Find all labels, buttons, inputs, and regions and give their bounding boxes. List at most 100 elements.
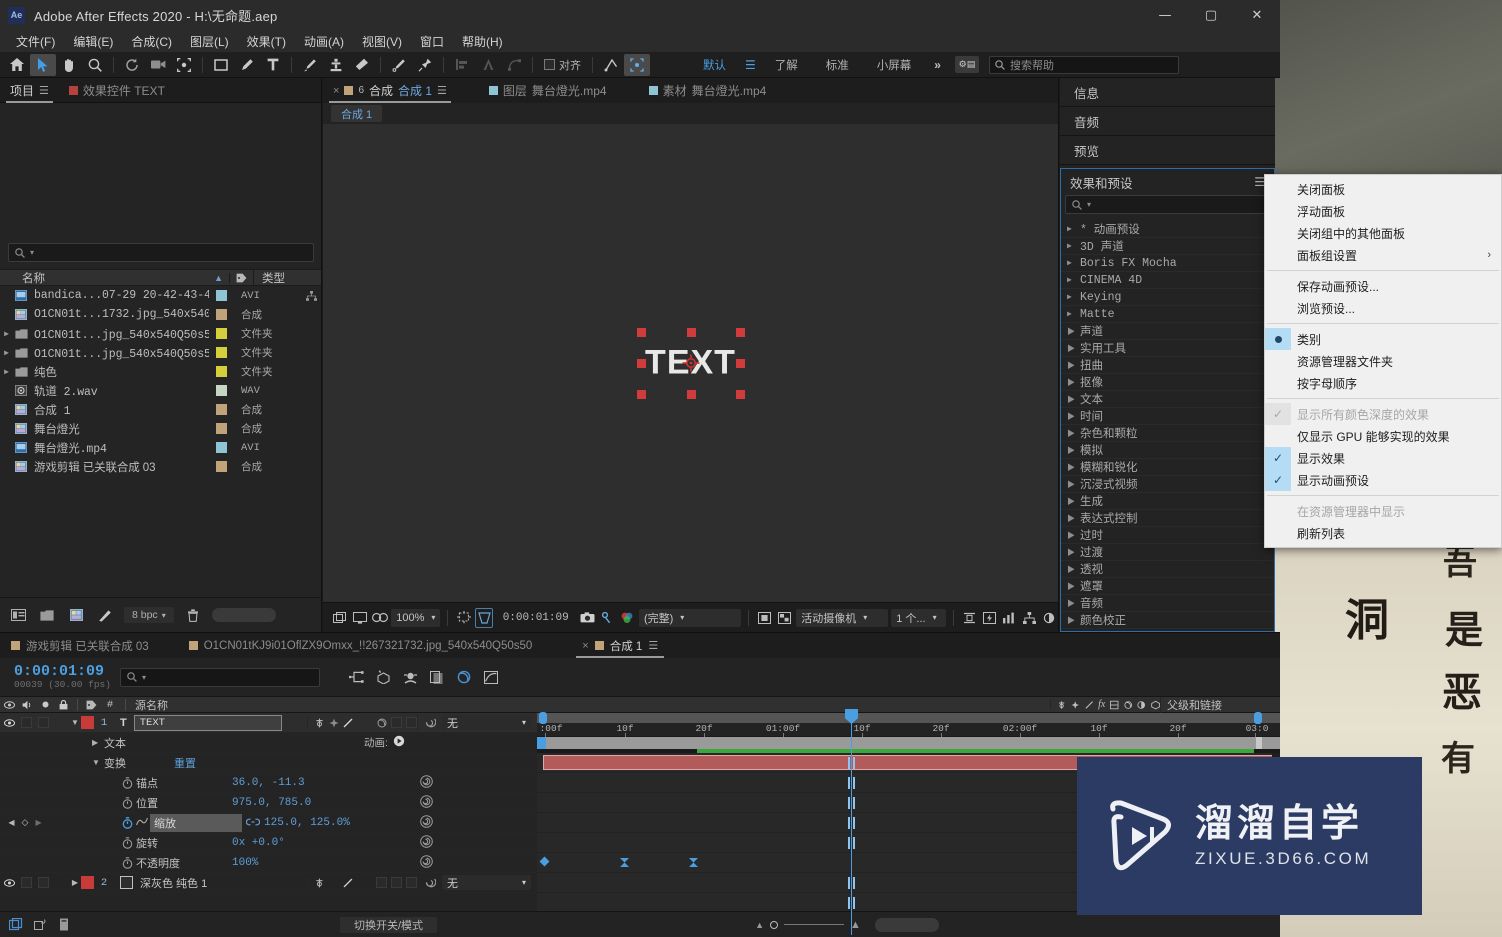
effects-category-row[interactable]: ▶ * 动画预设 [1061, 221, 1274, 238]
layer-name-input[interactable]: TEXT [133, 714, 282, 731]
snap-checkbox[interactable] [544, 59, 555, 70]
ctx-close-panel[interactable]: 关闭面板 [1265, 178, 1501, 200]
camera-select[interactable]: 活动摄像机 ▾ [796, 608, 889, 627]
property-value[interactable]: 975.0, 785.0 [232, 797, 311, 809]
project-row-swatch[interactable] [209, 290, 233, 301]
layer-name-label[interactable]: 深灰色 纯色 1 [140, 875, 207, 891]
toggle-switches-modes-icon[interactable] [8, 917, 24, 933]
project-footer-pill[interactable] [211, 608, 276, 622]
snapping-vertex-icon[interactable] [598, 54, 624, 76]
resolution-select[interactable]: (完整) ▾ [638, 608, 742, 627]
tab-audio[interactable]: 音频 [1060, 107, 1275, 136]
switch-box-b[interactable] [391, 877, 403, 888]
keyframe-hourglass[interactable] [620, 858, 629, 867]
panel-menu-icon[interactable]: ☰ [39, 84, 49, 97]
close-icon[interactable]: × [582, 640, 588, 652]
project-row-swatch[interactable] [209, 328, 233, 339]
timeline-property-group-text[interactable]: ▶ 文本 动画: [0, 733, 537, 753]
layer-lock-toggle[interactable] [52, 717, 69, 728]
ctx-sort-by-explorer-folder[interactable]: 资源管理器文件夹 [1265, 350, 1501, 372]
project-row[interactable]: 舞台燈光.mp4 AVI [0, 438, 321, 457]
rotation-tool-icon[interactable] [119, 54, 145, 76]
show-snapshot-icon[interactable] [599, 608, 616, 628]
effects-category-row[interactable]: ▶ 过时 [1061, 527, 1274, 544]
effects-category-row[interactable]: ▶ 3D 声道 [1061, 238, 1274, 255]
disclosure-triangle-icon[interactable]: ▶ [1067, 496, 1075, 507]
project-row[interactable]: O1CN01t...1732.jpg_540x540Q50s50 合成 [0, 305, 321, 324]
stopwatch-icon[interactable] [118, 856, 136, 869]
timeline-property-scale[interactable]: ◀ ◇ ▶ 缩放 125.0, 125.0% [0, 813, 537, 833]
timeline-current-time[interactable]: 0:00:01:09 00039 (30.00 fps) [0, 663, 120, 691]
project-row[interactable]: ▶ O1CN01t...jpg_540x540Q50s50 个图层 文件夹 [0, 343, 321, 362]
disclosure-triangle-icon[interactable]: ▶ [1067, 394, 1075, 405]
effects-search-input[interactable]: ▾ [1065, 195, 1270, 214]
timeline-jump-icon[interactable] [1001, 608, 1018, 628]
hide-shy-layers-icon[interactable] [400, 667, 420, 687]
menu-help[interactable]: 帮助(H) [453, 31, 512, 52]
brush-tool-icon[interactable] [297, 54, 323, 76]
disclosure-triangle-icon[interactable]: ▶ [0, 329, 13, 339]
disclosure-triangle-icon[interactable]: ▶ [1067, 513, 1075, 524]
timeline-work-area-bar[interactable] [537, 737, 1280, 749]
layer-parent-select[interactable]: 无 ▾ [442, 715, 531, 730]
new-folder-icon[interactable] [37, 605, 57, 625]
selection-tool-icon[interactable] [30, 53, 56, 76]
effects-category-row[interactable]: ▶ 沉浸式视频 [1061, 476, 1274, 493]
minimize-button[interactable]: — [1142, 0, 1188, 30]
switch-box-a[interactable] [391, 717, 402, 728]
work-area-start[interactable] [537, 737, 546, 749]
effects-category-row[interactable]: ▶ 声道 [1061, 323, 1274, 340]
effects-category-row[interactable]: ▶ 实用工具 [1061, 340, 1274, 357]
timeline-ruler[interactable]: :00f 10f 20f 01:00f 10f 20f 02:00f 10f 2… [537, 712, 1280, 737]
workspace-learn[interactable]: 了解 [762, 54, 811, 76]
ctx-float-panel[interactable]: 浮动面板 [1265, 200, 1501, 222]
disclosure-triangle-icon[interactable]: ▶ [1067, 275, 1075, 285]
timeline-property-position[interactable]: 位置 975.0, 785.0 [0, 793, 537, 813]
effects-category-row[interactable]: ▶ 表达式控制 [1061, 510, 1274, 527]
composition-settings-icon[interactable] [32, 917, 48, 933]
stopwatch-icon[interactable] [118, 776, 136, 789]
composition-mini-flowchart-icon[interactable] [346, 667, 366, 687]
effects-category-row[interactable]: ▶ CINEMA 4D [1061, 272, 1274, 289]
effects-category-row[interactable]: ▶ 时间 [1061, 408, 1274, 425]
layer-color-chip[interactable] [81, 876, 94, 889]
handle-bottom-left[interactable] [636, 390, 646, 399]
zoom-slider-knob[interactable] [769, 920, 778, 929]
project-row-swatch[interactable] [209, 309, 233, 320]
composition-viewer-stage[interactable]: TEXT [323, 124, 1058, 602]
pixel-aspect-correction-icon[interactable] [961, 608, 978, 628]
comp-flowchart-icon[interactable] [1021, 608, 1038, 628]
property-value[interactable]: 0x +0.0° [232, 837, 285, 849]
project-settings-icon[interactable] [95, 605, 115, 625]
effects-category-row[interactable]: ▶ 过渡 [1061, 544, 1274, 561]
disclosure-triangle-icon[interactable]: ▶ [0, 348, 13, 358]
ctx-browse-presets[interactable]: 浏览预设... [1265, 297, 1501, 319]
zoom-slider-track[interactable] [783, 924, 844, 925]
ctx-show-animation-presets[interactable]: ✓ 显示动画预设 [1265, 469, 1501, 491]
handle-top-left[interactable] [636, 328, 646, 337]
project-row-swatch[interactable] [209, 347, 233, 358]
toggle-switches-modes-button[interactable]: 切换开关/模式 [340, 916, 438, 933]
graph-curve-icon[interactable] [136, 817, 150, 829]
project-row[interactable]: ▶ O1CN01t...jpg_540x540Q50s50 个图层 文件夹 [0, 324, 321, 343]
project-row-swatch[interactable] [209, 385, 233, 396]
switch-box-b[interactable] [406, 717, 417, 728]
disclosure-triangle-icon[interactable]: ▶ [1067, 564, 1075, 575]
workspace-default[interactable]: 默认 [690, 54, 739, 76]
column-type[interactable]: 类型 [253, 269, 321, 286]
fast-preview-icon[interactable] [981, 608, 998, 628]
transform-reset-link[interactable]: 重置 [174, 755, 196, 771]
layer-visibility-toggle[interactable] [0, 878, 18, 887]
layer-audio-toggle[interactable] [18, 717, 35, 728]
disclosure-triangle-icon[interactable]: ▶ [1067, 343, 1075, 354]
maximize-button[interactable]: ▢ [1188, 0, 1234, 30]
disclosure-triangle-icon[interactable]: ▶ [1067, 258, 1075, 268]
disclosure-triangle-icon[interactable]: ▶ [1067, 241, 1075, 251]
text-tool-icon[interactable] [260, 54, 286, 76]
project-row[interactable]: 舞台燈光 合成 [0, 419, 321, 438]
link-chain-icon[interactable] [245, 817, 261, 829]
workspace-menu-icon[interactable]: ☰ [741, 58, 760, 72]
expression-spiral-icon[interactable] [420, 794, 433, 811]
effects-category-row[interactable]: ▶ 杂色和颗粒 [1061, 425, 1274, 442]
timeline-property-anchor[interactable]: 锚点 36.0, -11.3 [0, 773, 537, 793]
